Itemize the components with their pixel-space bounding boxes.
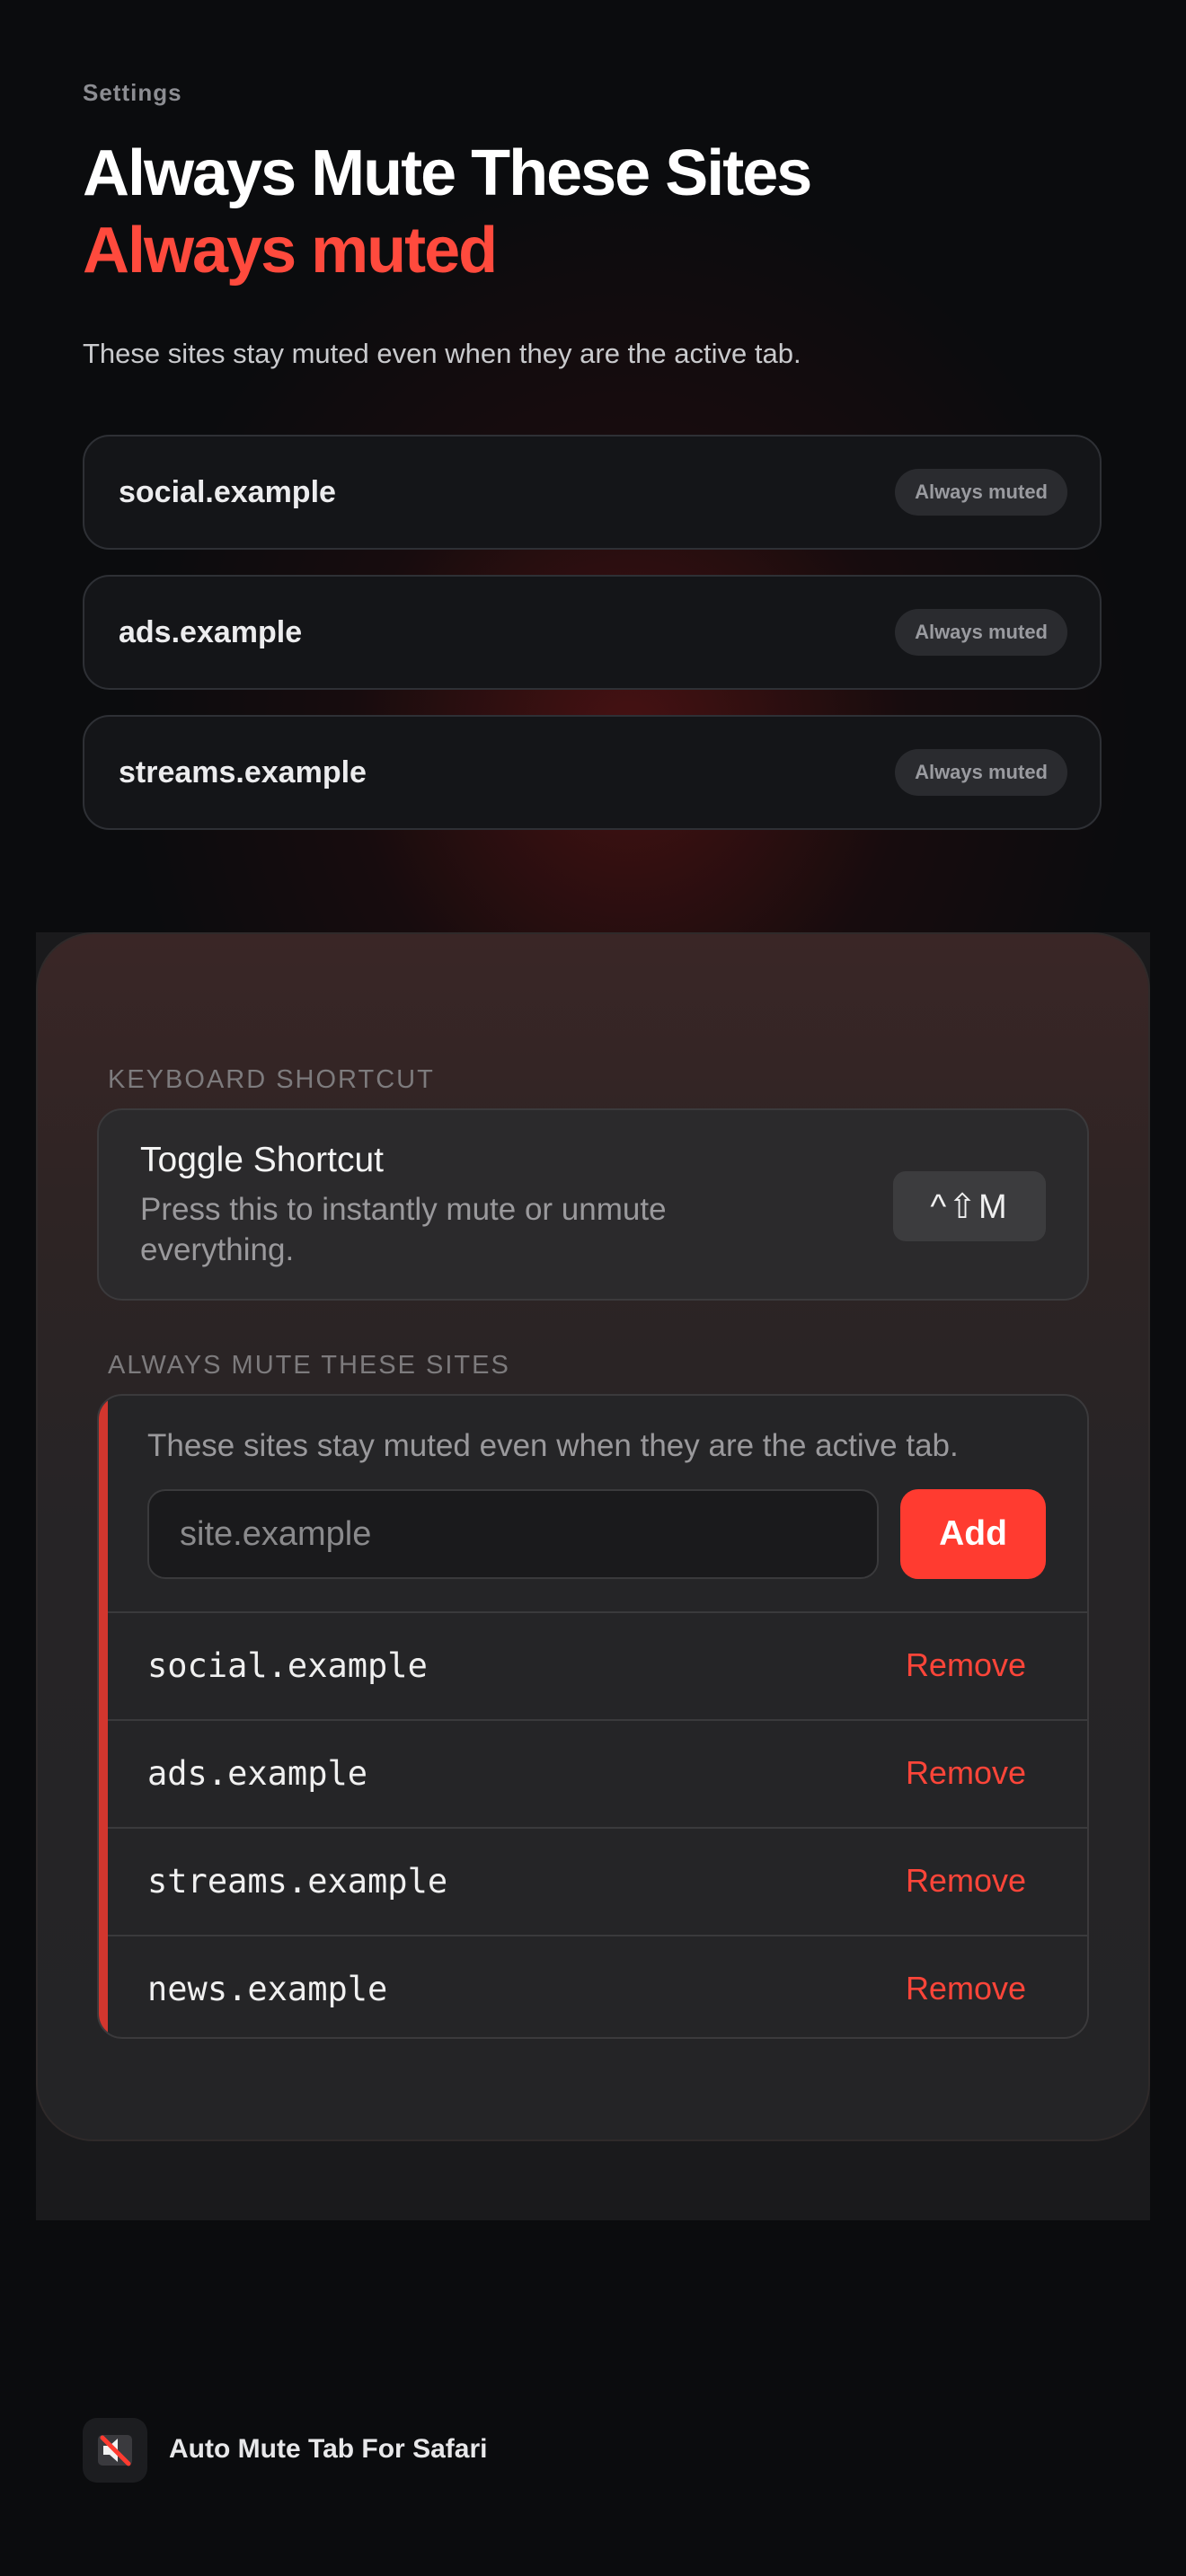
site-row-domain: news.example <box>147 1969 388 2008</box>
site-row: news.example Remove <box>108 1935 1087 2037</box>
site-row: social.example Remove <box>108 1611 1087 1717</box>
muted-speaker-icon <box>98 2435 132 2466</box>
keyboard-shortcut-section-label: KEYBOARD SHORTCUT <box>108 1065 435 1094</box>
always-mute-description: These sites stay muted even when they ar… <box>147 1428 959 1463</box>
shortcut-description: Press this to instantly mute or unmute e… <box>140 1192 667 1267</box>
site-card-domain: social.example <box>119 474 336 509</box>
always-muted-badge: Always muted <box>895 609 1067 656</box>
always-muted-badge: Always muted <box>895 749 1067 796</box>
site-row: streams.example Remove <box>108 1827 1087 1933</box>
site-row-domain: streams.example <box>147 1861 448 1901</box>
site-input[interactable] <box>147 1489 879 1579</box>
shortcut-recorder-button[interactable]: ^⇧M <box>893 1171 1046 1241</box>
page-subtitle: These sites stay muted even when they ar… <box>83 338 801 369</box>
site-card: ads.example Always muted <box>83 575 1102 690</box>
always-mute-section-label: ALWAYS MUTE THESE SITES <box>108 1351 510 1380</box>
app-name: Auto Mute Tab For Safari <box>169 2434 488 2464</box>
site-card: streams.example Always muted <box>83 715 1102 830</box>
always-mute-card: These sites stay muted even when they ar… <box>97 1394 1089 2039</box>
page-title: Always Mute These Sites <box>83 137 812 209</box>
remove-site-button[interactable]: Remove <box>906 1754 1026 1792</box>
site-row-domain: ads.example <box>147 1753 368 1793</box>
remove-site-button[interactable]: Remove <box>906 1970 1026 2007</box>
eyebrow-label: Settings <box>83 79 182 106</box>
app-icon <box>83 2418 147 2483</box>
accent-bar <box>99 1396 108 2037</box>
site-row-domain: social.example <box>147 1645 428 1685</box>
always-muted-badge: Always muted <box>895 469 1067 516</box>
add-site-button[interactable]: Add <box>900 1489 1046 1579</box>
shortcut-title: Toggle Shortcut <box>140 1141 385 1179</box>
remove-site-button[interactable]: Remove <box>906 1646 1026 1684</box>
site-card: social.example Always muted <box>83 435 1102 550</box>
site-card-domain: streams.example <box>119 754 367 790</box>
site-row: ads.example Remove <box>108 1719 1087 1825</box>
page-highlight: Always muted <box>83 215 498 287</box>
shortcut-card: Toggle Shortcut Press this to instantly … <box>97 1108 1089 1301</box>
site-card-domain: ads.example <box>119 614 303 649</box>
remove-site-button[interactable]: Remove <box>906 1862 1026 1900</box>
